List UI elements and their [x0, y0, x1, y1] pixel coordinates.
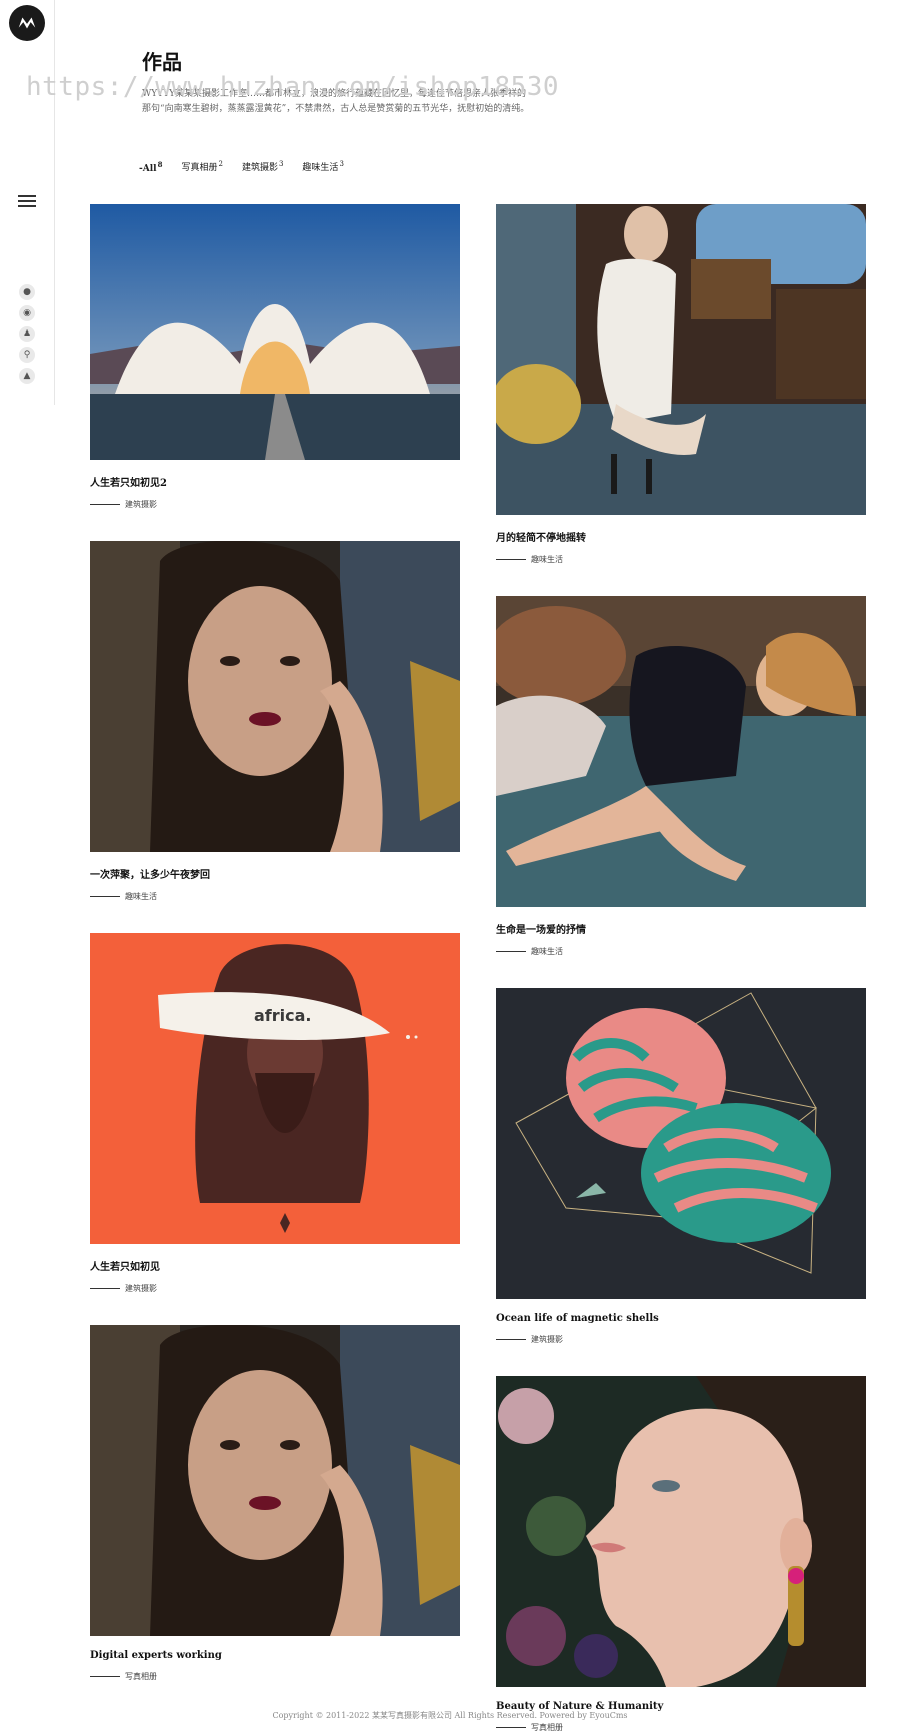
card-category: 建筑摄影	[90, 498, 460, 510]
card-category: 建筑摄影	[496, 1333, 866, 1345]
watermark: https://www.huzhan.com/ishop18530	[26, 72, 560, 102]
logo-mark-icon	[18, 17, 36, 29]
filter-architecture[interactable]: 建筑摄影3	[242, 160, 283, 174]
card-image-sofa[interactable]	[496, 596, 866, 907]
gallery-card[interactable]: Digital experts working 写真相册	[90, 1325, 460, 1682]
card-image-nautilus[interactable]	[496, 988, 866, 1299]
weibo-icon[interactable]: ◉	[19, 305, 35, 321]
gallery-card[interactable]: 一次萍聚，让多少午夜梦回 趣味生活	[90, 541, 460, 924]
card-image-train[interactable]	[496, 204, 866, 515]
qq-icon[interactable]: ♟	[19, 326, 35, 342]
logo[interactable]	[9, 5, 45, 41]
gallery-card[interactable]: 月的轻简不停地摇转 趣味生活	[496, 204, 866, 587]
card-title[interactable]: 人生若只如初见2	[90, 474, 460, 489]
search-icon[interactable]: ⚲	[19, 347, 35, 363]
gallery-card[interactable]: africa. 人生若只如初见 建筑摄影	[90, 933, 460, 1316]
sidebar: ● ◉ ♟ ⚲ ▲	[0, 0, 55, 405]
card-category: 趣味生活	[90, 890, 460, 902]
card-image-portrait[interactable]	[90, 1325, 460, 1636]
card-category: 建筑摄影	[90, 1282, 460, 1294]
user-icon[interactable]: ▲	[19, 368, 35, 384]
card-category: 写真相册	[496, 1721, 866, 1733]
menu-icon[interactable]	[18, 195, 36, 209]
card-title[interactable]: 人生若只如初见	[90, 1258, 460, 1273]
social-links: ● ◉ ♟ ⚲ ▲	[19, 284, 35, 389]
card-title[interactable]: 月的轻简不停地摇转	[496, 529, 866, 544]
footer-copyright: Copyright © 2011-2022 某某写真摄影有限公司 All Rig…	[272, 1711, 628, 1720]
filter-all[interactable]: -All8	[139, 160, 162, 174]
filter-portrait[interactable]: 写真相册2	[181, 160, 222, 174]
card-title[interactable]: 生命是一场爱的抒情	[496, 921, 866, 936]
category-filters: -All8 写真相册2 建筑摄影3 趣味生活3	[139, 160, 363, 174]
gallery-card[interactable]: Beauty of Nature & Humanity 写真相册	[496, 1376, 866, 1733]
card-title[interactable]: Digital experts working	[90, 1650, 460, 1661]
card-image-profile[interactable]	[496, 1376, 866, 1687]
card-image-architecture[interactable]	[90, 204, 460, 460]
card-title[interactable]: Ocean life of magnetic shells	[496, 1313, 866, 1324]
gallery-card[interactable]: 人生若只如初见2 建筑摄影	[90, 204, 460, 532]
page-title: 作品	[142, 50, 182, 74]
card-category: 趣味生活	[496, 553, 866, 565]
card-category: 趣味生活	[496, 945, 866, 957]
africa-badge: africa.	[254, 1006, 312, 1025]
card-image-portrait[interactable]	[90, 541, 460, 852]
gallery-left-column: 人生若只如初见2 建筑摄影 一次萍聚，让多少午夜梦回 趣味生活 africa. …	[90, 204, 460, 1691]
gallery-card[interactable]: 生命是一场爱的抒情 趣味生活	[496, 596, 866, 979]
card-category: 写真相册	[90, 1670, 460, 1682]
card-image-africa[interactable]: africa.	[90, 933, 460, 1244]
gallery-card[interactable]: Ocean life of magnetic shells 建筑摄影	[496, 988, 866, 1367]
gallery-right-column: 月的轻简不停地摇转 趣味生活 生命是一场爱的抒情 趣味生活 Ocean life…	[496, 204, 866, 1736]
card-title[interactable]: 一次萍聚，让多少午夜梦回	[90, 866, 460, 881]
filter-lifestyle[interactable]: 趣味生活3	[302, 160, 343, 174]
wechat-icon[interactable]: ●	[19, 284, 35, 300]
